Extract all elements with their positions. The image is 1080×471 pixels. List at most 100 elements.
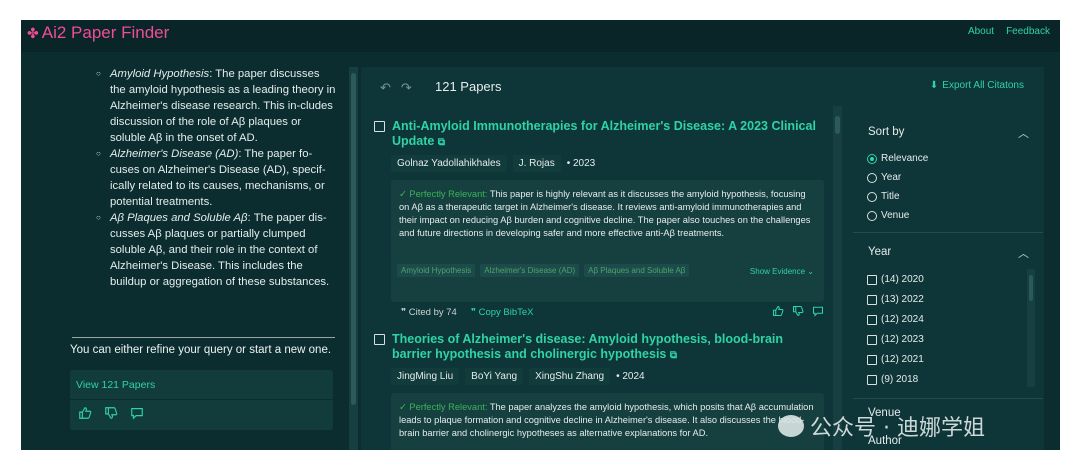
relevance-label: ✓ Perfectly Relevant: bbox=[399, 189, 488, 199]
radio bbox=[867, 210, 877, 221]
copy-bibtex-button[interactable]: ❞ Copy BibTeX bbox=[471, 307, 534, 318]
checkbox bbox=[867, 274, 877, 285]
evidence-box: ✓ Perfectly Relevant: The paper analyzes… bbox=[391, 393, 824, 450]
view-papers-link[interactable]: View 121 Papers bbox=[76, 379, 155, 391]
results-scrollbar[interactable] bbox=[833, 106, 842, 450]
year-scrollbar-thumb[interactable] bbox=[1029, 275, 1033, 301]
view-papers-card: View 121 Papers bbox=[70, 370, 333, 430]
sort-filter-panel: Sort by ︿ Relevance Year Title Venue Yea… bbox=[853, 119, 1043, 450]
chat-scrollbar[interactable] bbox=[349, 67, 358, 450]
redo-icon[interactable]: ↷ bbox=[401, 80, 412, 96]
top-nav: About Feedback bbox=[968, 26, 1050, 37]
paper-card: Theories of Alzheimer's disease: Amyloid… bbox=[374, 332, 832, 450]
wechat-icon bbox=[778, 415, 804, 437]
paper-tags: Amyloid Hypothesis Alzheimer's Disease (… bbox=[397, 264, 690, 277]
logo-icon: ✤ bbox=[27, 24, 39, 41]
undo-icon[interactable]: ↶ bbox=[380, 80, 391, 96]
paper-authors: JingMing Liu BoYi Yang XingShu Zhang • 2… bbox=[391, 368, 645, 385]
radio bbox=[867, 191, 877, 202]
author-chip[interactable]: JingMing Liu bbox=[391, 368, 460, 385]
sort-option-year[interactable]: Year bbox=[867, 172, 901, 183]
year-filter-2021[interactable]: (12) 2021 bbox=[867, 354, 924, 365]
app-logo[interactable]: ✤ Ai2 Paper Finder bbox=[27, 23, 169, 43]
feedback-link[interactable]: Feedback bbox=[1006, 26, 1050, 37]
history-controls: ↶ ↷ bbox=[380, 80, 412, 96]
watermark-text: 公众号 · 迪娜学姐 bbox=[810, 416, 985, 441]
year-filter-2024[interactable]: (12) 2024 bbox=[867, 314, 924, 325]
chat-panel: Amyloid Hypothesis: The paper discusses … bbox=[21, 52, 344, 450]
criteria-list: Amyloid Hypothesis: The paper discusses … bbox=[96, 66, 336, 290]
show-evidence-button[interactable]: Show Evidence ⌄ bbox=[750, 267, 814, 276]
chat-scrollbar-thumb[interactable] bbox=[351, 73, 356, 405]
divider bbox=[72, 337, 335, 338]
download-icon: ⬇ bbox=[929, 80, 939, 91]
author-chip[interactable]: BoYi Yang bbox=[465, 368, 524, 385]
paper-title[interactable]: Anti-Amyloid Immunotherapies for Alzheim… bbox=[392, 119, 822, 150]
export-label: Export All Citatons bbox=[942, 80, 1024, 91]
paper-title[interactable]: Theories of Alzheimer's disease: Amyloid… bbox=[392, 332, 822, 363]
checkbox bbox=[867, 314, 877, 325]
author-chip[interactable]: J. Rojas bbox=[512, 155, 561, 172]
paper-year: • 2023 bbox=[566, 158, 596, 169]
comment-icon[interactable] bbox=[130, 406, 144, 420]
thumbs-up-icon[interactable] bbox=[78, 406, 92, 420]
paper-footer: ❞ Cited by 74 ❞ Copy BibTeX bbox=[401, 307, 534, 318]
refine-message: You can either refine your query or star… bbox=[70, 344, 332, 356]
author-chip[interactable]: Golnaz Yadollahikhales bbox=[391, 155, 507, 172]
sort-option-relevance[interactable]: Relevance bbox=[867, 153, 928, 164]
year-heading: Year bbox=[868, 246, 892, 258]
tag: Amyloid Hypothesis bbox=[397, 264, 476, 277]
paper-year: • 2024 bbox=[616, 371, 645, 382]
tag: Aβ Plaques and Soluble Aβ bbox=[584, 264, 690, 277]
tag: Alzheimer's Disease (AD) bbox=[480, 264, 580, 277]
thumbs-down-icon[interactable] bbox=[104, 406, 118, 420]
divider bbox=[853, 232, 1043, 233]
thumbs-down-icon[interactable] bbox=[792, 305, 804, 317]
sort-option-venue[interactable]: Venue bbox=[867, 210, 909, 221]
collapse-year-icon[interactable]: ︿ bbox=[1018, 245, 1029, 261]
paper-authors: Golnaz Yadollahikhales J. Rojas • 2023 bbox=[391, 155, 595, 172]
author-chip[interactable]: XingShu Zhang bbox=[529, 368, 611, 385]
year-filter-2023[interactable]: (12) 2023 bbox=[867, 334, 924, 345]
sort-option-title[interactable]: Title bbox=[867, 191, 900, 202]
paper-card: Anti-Amyloid Immunotherapies for Alzheim… bbox=[374, 119, 832, 319]
card-separator bbox=[70, 399, 333, 400]
thumbs-up-icon[interactable] bbox=[772, 305, 784, 317]
year-scrollbar[interactable] bbox=[1027, 269, 1035, 387]
evidence-text: ✓ Perfectly Relevant: The paper analyzes… bbox=[399, 402, 814, 438]
results-count: 121 Papers bbox=[435, 79, 502, 94]
radio-selected bbox=[867, 153, 877, 164]
paper-checkbox[interactable] bbox=[374, 334, 385, 345]
criteria-item: Aβ Plaques and Soluble Aβ: The paper dis… bbox=[96, 210, 336, 290]
evidence-text: ✓ Perfectly Relevant: This paper is high… bbox=[399, 189, 811, 238]
year-filter-2020[interactable]: (14) 2020 bbox=[867, 274, 924, 285]
paper-checkbox[interactable] bbox=[374, 121, 385, 132]
checkbox bbox=[867, 374, 877, 385]
paper-feedback bbox=[772, 305, 824, 317]
criteria-item: Amyloid Hypothesis: The paper discusses … bbox=[96, 66, 336, 146]
external-link-icon[interactable]: ⧉ bbox=[438, 137, 445, 148]
app-window: ✤ Ai2 Paper Finder About Feedback Amyloi… bbox=[21, 20, 1060, 450]
relevance-label: ✓ Perfectly Relevant: bbox=[399, 402, 488, 412]
feedback-icons bbox=[78, 406, 144, 420]
export-citations-button[interactable]: ⬇ Export All Citatons bbox=[930, 80, 1024, 91]
watermark: 公众号 · 迪娜学姐 bbox=[778, 410, 985, 442]
comment-icon[interactable] bbox=[812, 305, 824, 317]
year-filter-2022[interactable]: (13) 2022 bbox=[867, 294, 924, 305]
evidence-box: ✓ Perfectly Relevant: This paper is high… bbox=[391, 180, 824, 302]
about-link[interactable]: About bbox=[968, 26, 994, 37]
sort-heading: Sort by bbox=[868, 126, 905, 138]
checkbox bbox=[867, 334, 877, 345]
year-filter-2018[interactable]: (9) 2018 bbox=[867, 374, 918, 385]
external-link-icon[interactable]: ⧉ bbox=[670, 350, 677, 361]
divider bbox=[853, 398, 1043, 399]
cited-by: ❞ Cited by 74 bbox=[401, 307, 457, 318]
radio bbox=[867, 172, 877, 183]
checkbox bbox=[867, 354, 877, 365]
collapse-sort-icon[interactable]: ︿ bbox=[1018, 125, 1029, 141]
logo-text: Ai2 Paper Finder bbox=[41, 23, 170, 42]
criteria-item: Alzheimer's Disease (AD): The paper fo-c… bbox=[96, 146, 336, 210]
top-bar: ✤ Ai2 Paper Finder About Feedback bbox=[21, 20, 1060, 52]
checkbox bbox=[867, 294, 877, 305]
results-scrollbar-thumb[interactable] bbox=[835, 116, 840, 134]
